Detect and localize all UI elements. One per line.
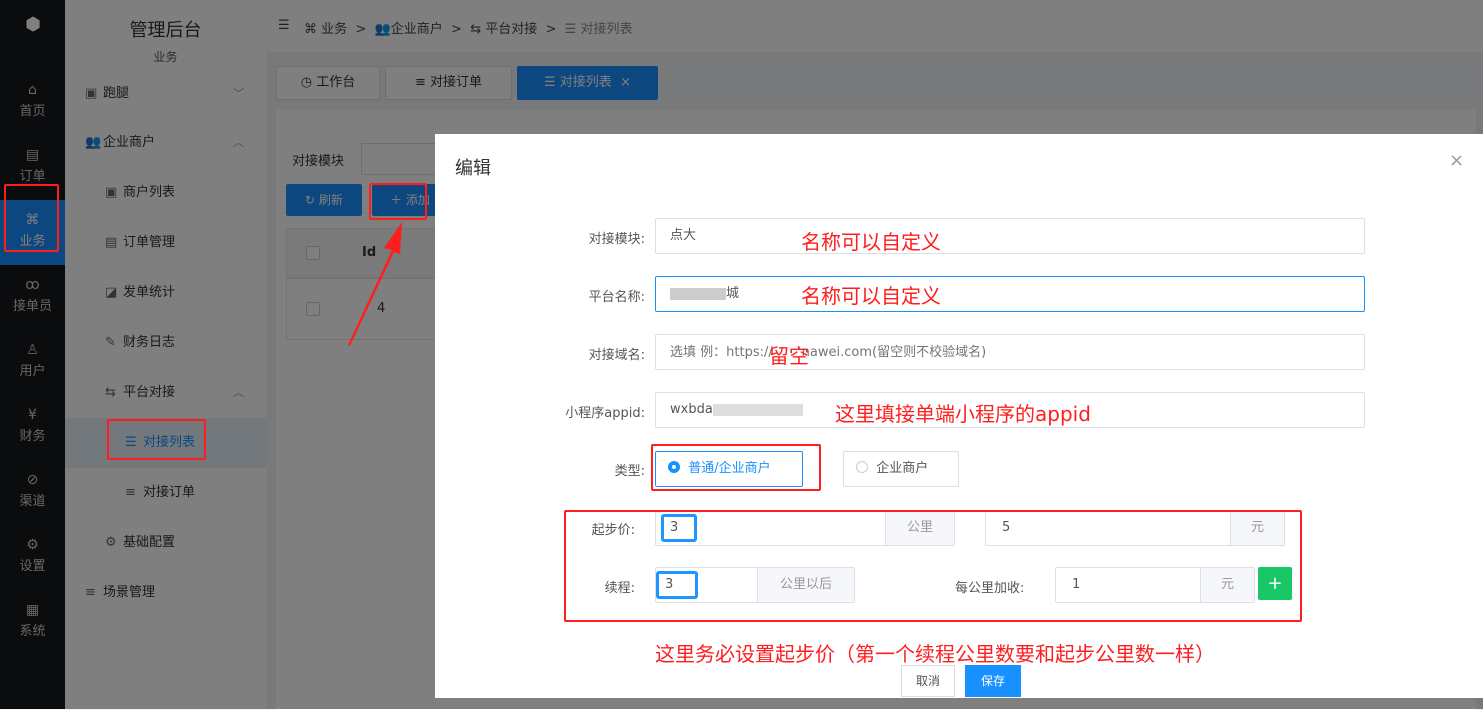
platform-input[interactable]: 城 [655, 276, 1365, 312]
annotation-arrow-icon [348, 222, 402, 346]
save-button[interactable]: 保存 [965, 665, 1021, 697]
appid-label: 小程序appid: [565, 406, 645, 421]
highlight-rail-business [4, 184, 59, 252]
highlight-connect-list [107, 419, 206, 460]
domain-label: 对接域名: [588, 348, 645, 363]
highlight-type [651, 444, 821, 491]
annotation-module: 名称可以自定义 [801, 230, 941, 254]
type-label: 类型: [614, 464, 645, 479]
blurred-text [712, 403, 803, 416]
close-icon[interactable]: × [1449, 150, 1464, 171]
annotation-appid: 这里填接单端小程序的appid [835, 402, 1091, 426]
annotation-platform: 名称可以自定义 [801, 284, 941, 308]
dialog-title: 编辑 [455, 158, 491, 179]
module-label: 对接模块: [588, 232, 645, 247]
radio-unchecked-icon [856, 461, 868, 473]
highlight-add-button [369, 183, 427, 220]
edit-dialog: 编辑 × 对接模块: 点大 名称可以自定义 平台名称: 城 名称可以自定义 对接… [435, 134, 1483, 698]
domain-input[interactable] [655, 334, 1365, 370]
annotation-domain: 留空 [769, 344, 809, 368]
highlight-pricing [564, 510, 1302, 622]
module-input[interactable]: 点大 [655, 218, 1365, 254]
cancel-button[interactable]: 取消 [901, 665, 955, 697]
blurred-text [670, 287, 726, 300]
platform-label: 平台名称: [588, 290, 645, 305]
annotation-pricing: 这里务必设置起步价（第一个续程公里数要和起步公里数一样） [655, 642, 1215, 666]
type-radio-enterprise[interactable]: 企业商户 [843, 451, 959, 487]
